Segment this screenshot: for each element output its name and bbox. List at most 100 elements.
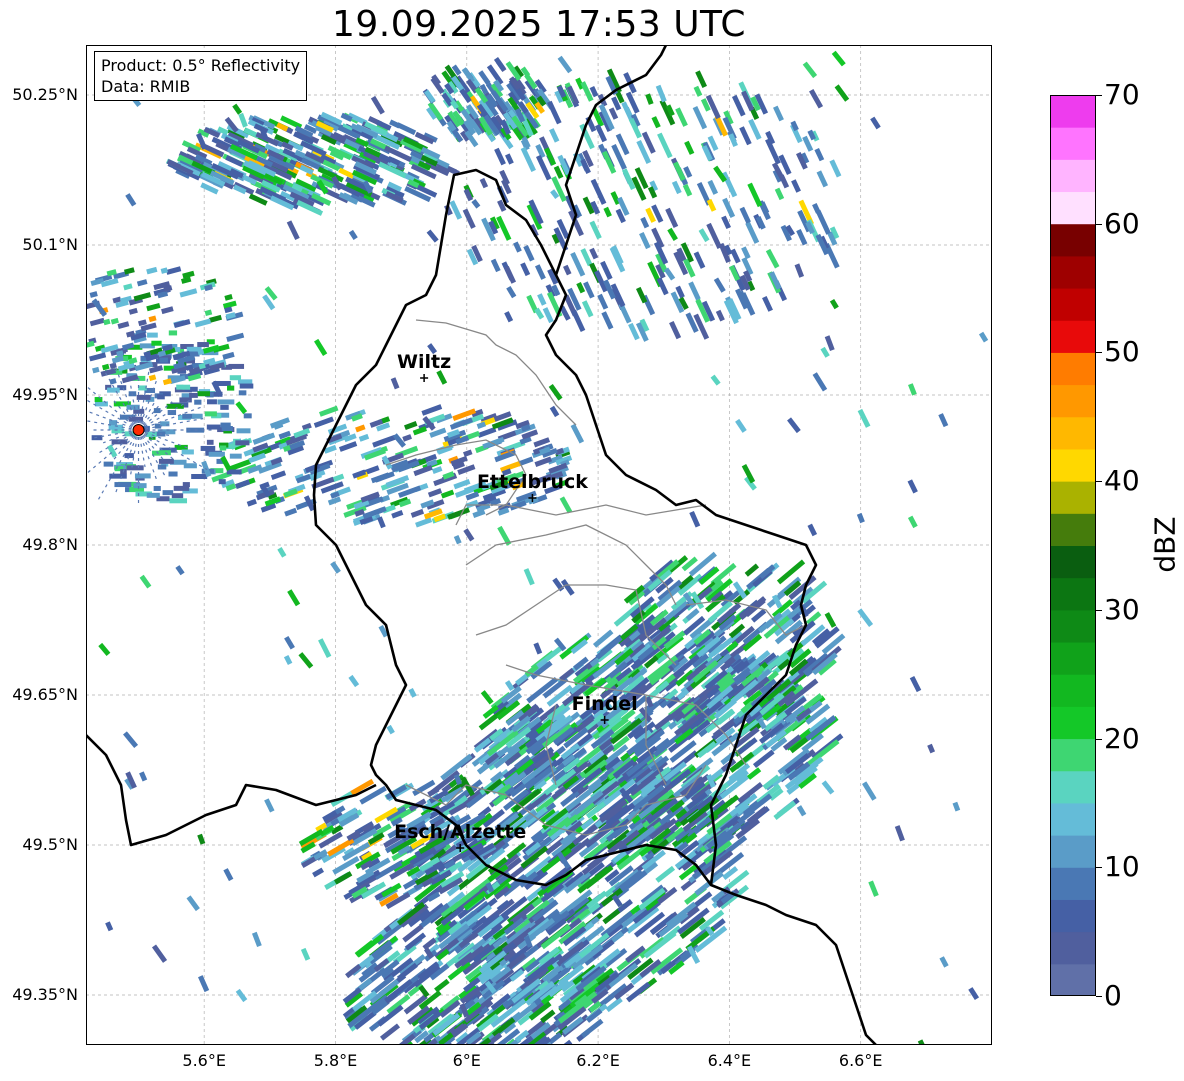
echo-cell [126,404,140,410]
echo-cell [640,216,650,229]
echo-cell [222,351,235,360]
echo-cell [706,198,717,212]
map-title: 19.09.2025 17:53 UTC [331,4,747,45]
echo-cell [151,944,168,963]
echo-cell [533,642,543,655]
echo-cell [907,515,918,529]
echo-cell [493,56,506,71]
echo-cell [710,374,721,386]
echo-cell [821,780,835,795]
echo-cell [684,140,695,155]
echo-cell [415,517,433,528]
echo-cell [179,288,198,298]
echo-cell [559,496,573,514]
echo-cell [571,309,586,332]
colorbar-swatch [1050,867,1096,900]
lon-tick-label: 5.6°E [182,1051,226,1070]
echo-cell [476,421,487,429]
radar-map[interactable] [86,45,992,1045]
echo-cell [107,387,120,393]
echo-cell [246,498,257,507]
echo-cell [747,182,763,208]
clutter-spoke [96,429,139,455]
city-label: Ettelbruck [476,471,588,493]
echo-cell [125,193,137,207]
echo-cell [348,674,360,688]
echo-cell [207,399,217,405]
city-marker [420,374,429,382]
echo-cell [478,70,491,85]
echo-cell [796,805,807,817]
echo-cell [462,208,476,229]
colorbar-swatch [1050,288,1096,321]
echo-cell [504,311,514,323]
colorbar-tick-mark [1096,738,1102,740]
colorbar-swatch [1050,481,1096,514]
echo-cell [200,445,216,451]
colorbar-tick-mark [1096,996,1102,997]
echo-cell [909,675,922,693]
echo-cell [194,318,212,328]
colorbar-swatch [1050,416,1096,450]
echo-cell [191,474,208,480]
echo-cell [794,263,805,278]
echo-cell [440,489,455,499]
colorbar-swatch [1050,223,1096,257]
echo-cell [739,206,751,224]
echo-cell [146,302,161,312]
echo-cell [583,281,595,299]
echo-cell [314,338,328,357]
colorbar-tick-mark [1096,223,1102,225]
echo-cell [171,493,184,499]
echo-cell [796,229,808,246]
colorbar-tick-label: 20 [1104,721,1140,755]
city-label: Wiltz [397,351,452,373]
echo-cell [162,490,174,496]
colorbar-swatch [1050,352,1096,386]
colorbar-swatch [1050,802,1096,836]
echo-cell [939,956,949,968]
colorbar-swatch [1050,609,1096,643]
echo-cell [765,248,780,269]
echo-cell [655,84,667,103]
echo-cell [251,931,262,948]
echo-cell [270,470,287,481]
echo-cell [194,399,202,405]
echo-cell [820,346,830,358]
echo-cell [147,332,158,338]
echo-cell [186,895,200,912]
colorbar-swatch [1050,770,1096,804]
colorbar-tick-label: 40 [1104,464,1140,498]
echo-cell [563,264,572,276]
echo-cell [731,94,746,117]
echo-cell [862,781,877,801]
echo-cell [707,179,719,195]
echo-cell [91,298,108,317]
lat-tick-label: 50.1°N [22,235,78,254]
echo-cell [286,220,300,241]
colorbar-swatch [1050,127,1096,160]
echo-cell [182,384,191,390]
echo-cell [98,642,111,656]
echo-cell [283,654,293,665]
echo-cell [287,589,301,607]
echo-cell [809,88,824,109]
echo-cell [774,187,785,201]
colorbar-tick-label: 0 [1104,979,1122,1012]
echo-cell [722,197,736,218]
echo-cell [834,84,850,102]
echo-cell [318,638,332,659]
echo-cell [313,416,334,428]
echo-cell [377,516,386,529]
colorbar-swatch [1050,513,1096,546]
echo-cell [589,247,599,260]
echo-cell [114,482,132,488]
echo-cell [494,147,506,166]
echo-cell [229,453,242,459]
echo-cell [490,258,501,273]
echo-cell [762,295,773,312]
echo-cell [183,463,197,469]
echo-cell [298,652,314,669]
echo-cell [427,488,443,498]
echo-cell [601,311,614,330]
